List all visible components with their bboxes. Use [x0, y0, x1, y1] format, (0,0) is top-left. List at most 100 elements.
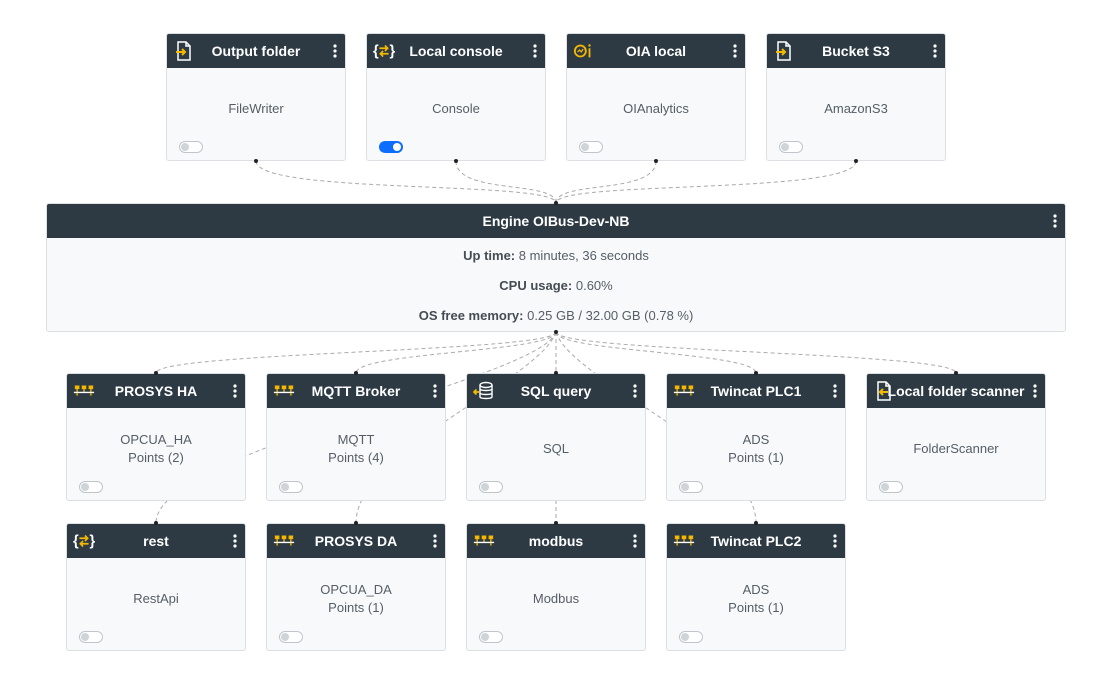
enable-toggle[interactable]	[79, 631, 103, 643]
memory-label: OS free memory:	[418, 308, 524, 323]
south-card-rest[interactable]: {} rest RestApi	[66, 523, 246, 651]
connector-header: PROSYS HA	[67, 374, 245, 408]
connector-points[interactable]: Points (1)	[328, 599, 384, 617]
enable-toggle[interactable]	[679, 631, 703, 643]
north-card-local-console[interactable]: {} Local console Console	[366, 33, 546, 161]
connector-name[interactable]: OIA local	[602, 43, 710, 59]
engine-title: Engine OIBus-Dev-NB	[482, 213, 630, 229]
connector-name[interactable]: SQL query	[497, 383, 616, 399]
svg-text:}: }	[90, 534, 96, 550]
network-icon	[473, 530, 495, 552]
more-options-icon[interactable]	[931, 42, 939, 60]
memory-value: 0.25 GB / 32.00 GB (0.78 %)	[527, 308, 694, 323]
connection-dot	[554, 371, 558, 375]
connector-points[interactable]: Points (2)	[128, 449, 184, 467]
toggle-knob	[281, 633, 289, 641]
connector-points[interactable]: Points (1)	[728, 449, 784, 467]
more-options-icon[interactable]	[1031, 382, 1039, 400]
connector-name[interactable]: Twincat PLC1	[687, 383, 826, 399]
connector-name[interactable]: Local console	[385, 43, 526, 59]
connector-type: Modbus	[532, 591, 580, 606]
enable-toggle[interactable]	[179, 141, 203, 153]
connector-name[interactable]: modbus	[505, 533, 607, 549]
toggle-knob	[681, 483, 689, 491]
more-options-icon[interactable]	[231, 382, 239, 400]
south-card-prosys-ha[interactable]: PROSYS HA OPCUA_HA Points (2)	[66, 373, 246, 501]
toggle-knob	[581, 143, 589, 151]
connector-type: Console	[432, 101, 480, 116]
network-icon	[673, 530, 695, 552]
connector-type: OPCUA_HA	[120, 432, 192, 447]
engine-menu-icon[interactable]	[1051, 212, 1059, 230]
more-options-icon[interactable]	[831, 382, 839, 400]
network-icon	[273, 530, 295, 552]
connector-header: Output folder	[167, 34, 345, 68]
more-options-icon[interactable]	[731, 42, 739, 60]
connector-header: {} rest	[67, 524, 245, 558]
enable-toggle[interactable]	[679, 481, 703, 493]
north-card-bucket-s3[interactable]: Bucket S3 AmazonS3	[766, 33, 946, 161]
south-card-modbus[interactable]: modbus Modbus	[466, 523, 646, 651]
connector-name[interactable]: MQTT Broker	[288, 383, 425, 399]
south-card-twincat-plc2[interactable]: Twincat PLC2 ADS Points (1)	[666, 523, 846, 651]
connection-dot	[954, 371, 958, 375]
north-card-output-folder[interactable]: Output folder FileWriter	[166, 33, 346, 161]
enable-toggle[interactable]	[579, 141, 603, 153]
enable-toggle[interactable]	[479, 481, 503, 493]
more-options-icon[interactable]	[431, 382, 439, 400]
enable-toggle[interactable]	[79, 481, 103, 493]
engine-card[interactable]: Engine OIBus-Dev-NB Up time: 8 minutes, …	[46, 203, 1066, 332]
file-export-icon	[173, 40, 195, 62]
south-card-mqtt-broker[interactable]: MQTT Broker MQTT Points (4)	[266, 373, 446, 501]
connector-header: Twincat PLC1	[667, 374, 845, 408]
connection-dot	[754, 521, 758, 525]
connector-name[interactable]: rest	[119, 533, 193, 549]
more-options-icon[interactable]	[531, 42, 539, 60]
more-options-icon[interactable]	[631, 382, 639, 400]
engine-input-dot	[554, 201, 558, 205]
south-card-prosys-da[interactable]: PROSYS DA OPCUA_DA Points (1)	[266, 523, 446, 651]
enable-toggle[interactable]	[279, 631, 303, 643]
connection-dot	[154, 371, 158, 375]
connector-points[interactable]: Points (1)	[728, 599, 784, 617]
toggle-knob	[393, 143, 401, 151]
connection-dot	[354, 371, 358, 375]
connector-header: PROSYS DA	[267, 524, 445, 558]
south-card-local-folder-scanner[interactable]: Local folder scanner FolderScanner	[866, 373, 1046, 501]
connector-type: RestApi	[133, 591, 179, 606]
connector-name[interactable]: Twincat PLC2	[687, 533, 826, 549]
connector-header: Twincat PLC2	[667, 524, 845, 558]
more-options-icon[interactable]	[231, 532, 239, 550]
memory-row: OS free memory: 0.25 GB / 32.00 GB (0.78…	[47, 308, 1065, 323]
file-export-icon	[773, 40, 795, 62]
more-options-icon[interactable]	[331, 42, 339, 60]
toggle-knob	[681, 633, 689, 641]
connector-type: FileWriter	[228, 101, 284, 116]
enable-toggle[interactable]	[879, 481, 903, 493]
south-card-sql-query[interactable]: SQL query SQL	[466, 373, 646, 501]
connector-points[interactable]: Points (4)	[328, 449, 384, 467]
more-options-icon[interactable]	[431, 532, 439, 550]
south-card-twincat-plc1[interactable]: Twincat PLC1 ADS Points (1)	[666, 373, 846, 501]
connector-header: Local folder scanner	[867, 374, 1045, 408]
connection-dot	[854, 159, 858, 163]
connector-name[interactable]: Output folder	[188, 43, 325, 59]
svg-text:}: }	[390, 44, 396, 60]
connector-name[interactable]: Bucket S3	[798, 43, 914, 59]
uptime-value: 8 minutes, 36 seconds	[518, 248, 649, 263]
cpu-label: CPU usage:	[499, 278, 573, 293]
enable-toggle[interactable]	[379, 141, 403, 153]
enable-toggle[interactable]	[479, 631, 503, 643]
more-options-icon[interactable]	[631, 532, 639, 550]
engine-output-dot	[554, 330, 558, 334]
file-import-icon	[873, 380, 895, 402]
north-card-oia-local[interactable]: OIA local OIAnalytics	[566, 33, 746, 161]
connector-name[interactable]: PROSYS HA	[91, 383, 221, 399]
connector-header: MQTT Broker	[267, 374, 445, 408]
more-options-icon[interactable]	[831, 532, 839, 550]
enable-toggle[interactable]	[779, 141, 803, 153]
connector-header: OIA local	[567, 34, 745, 68]
connector-header: SQL query	[467, 374, 645, 408]
enable-toggle[interactable]	[279, 481, 303, 493]
connector-name[interactable]: PROSYS DA	[291, 533, 421, 549]
